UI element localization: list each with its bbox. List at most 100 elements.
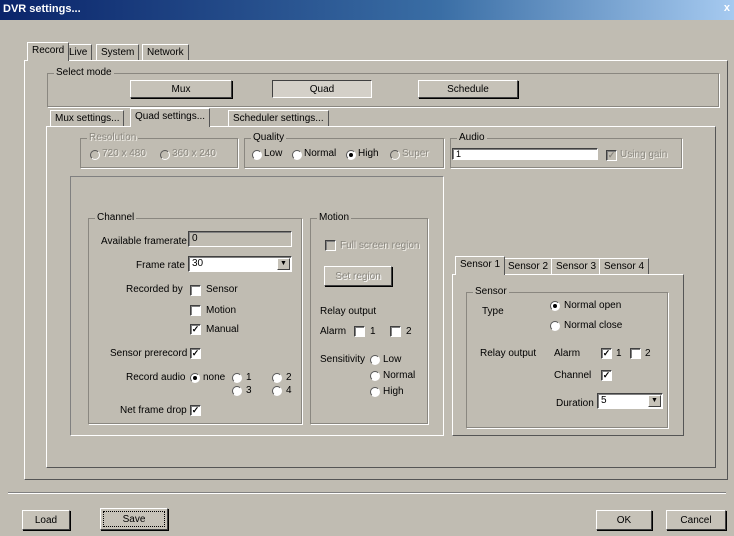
net-frame-drop-label: Net frame drop xyxy=(120,405,187,416)
cancel-button[interactable]: Cancel xyxy=(666,510,726,530)
motion-alarm-2-checkbox[interactable] xyxy=(390,326,401,337)
tab-sensor-4[interactable]: Sensor 4 xyxy=(599,258,650,275)
sensor-channel-label: Channel xyxy=(554,370,592,381)
motion-relay-output-label: Relay output xyxy=(320,306,377,317)
motion-alarm-2-label: 2 xyxy=(406,326,412,337)
tab-sensor-3[interactable]: Sensor 3 xyxy=(551,258,602,275)
normal-close-radio[interactable] xyxy=(550,321,560,331)
quality-low-label: Low xyxy=(264,148,283,159)
record-audio-none-label: none xyxy=(203,372,226,383)
quality-normal-radio[interactable] xyxy=(292,150,302,160)
tab-mux-settings[interactable]: Mux settings... xyxy=(50,110,125,127)
tab-record[interactable]: Record xyxy=(27,42,70,61)
duration-dropdown[interactable]: 5 ▼ xyxy=(597,393,663,409)
tab-scheduler-settings[interactable]: Scheduler settings... xyxy=(228,110,329,127)
load-button[interactable]: Load xyxy=(22,510,70,530)
quad-button[interactable]: Quad xyxy=(272,80,372,98)
window-title: DVR settings... xyxy=(3,3,81,15)
sensor-alarm-2-checkbox[interactable] xyxy=(630,348,641,359)
save-button[interactable]: Save xyxy=(100,508,168,530)
tab-quad-settings[interactable]: Quad settings... xyxy=(130,108,211,127)
quality-normal-label: Normal xyxy=(304,148,337,159)
frame-rate-value: 30 xyxy=(192,258,204,269)
channel-group: Channel xyxy=(88,212,302,424)
recorded-by-manual-checkbox[interactable]: ✓ xyxy=(190,324,201,335)
schedule-button[interactable]: Schedule xyxy=(418,80,518,98)
tab-sensor-1[interactable]: Sensor 1 xyxy=(455,256,506,275)
recorded-by-motion-label: Motion xyxy=(206,305,237,316)
sensor-alarm-label: Alarm xyxy=(554,348,581,359)
tab-sensor-2[interactable]: Sensor 2 xyxy=(503,258,554,275)
title-bar[interactable]: DVR settings... x xyxy=(0,0,734,20)
frame-rate-dropdown[interactable]: 30 ▼ xyxy=(188,256,292,272)
frame-rate-label: Frame rate xyxy=(136,260,185,271)
record-audio-2-radio[interactable] xyxy=(272,373,282,383)
sensitivity-high-label: High xyxy=(383,386,404,397)
channel-label: Channel xyxy=(95,212,137,223)
footer-divider xyxy=(8,492,726,494)
set-region-button[interactable]: Set region xyxy=(324,266,392,286)
available-framerate-field: 0 xyxy=(188,231,292,247)
full-screen-region-checkbox[interactable] xyxy=(325,240,336,251)
motion-alarm-1-checkbox[interactable] xyxy=(354,326,365,337)
sensor-label: Sensor xyxy=(473,286,509,297)
record-audio-4-radio[interactable] xyxy=(272,386,282,396)
chevron-down-icon[interactable]: ▼ xyxy=(648,395,661,407)
record-audio-3-label: 3 xyxy=(246,385,252,396)
sensor-alarm-2-label: 2 xyxy=(645,348,651,359)
chevron-down-icon[interactable]: ▼ xyxy=(277,258,290,270)
record-audio-none-radio[interactable] xyxy=(190,373,200,383)
audio-label: Audio xyxy=(457,132,487,143)
quality-super-radio[interactable] xyxy=(390,150,400,160)
audio-level-slider[interactable]: 1 xyxy=(452,148,598,160)
quality-label: Quality xyxy=(251,132,287,143)
using-gain-label: Using gain xyxy=(620,149,668,160)
sensitivity-label: Sensitivity xyxy=(320,354,366,365)
motion-alarm-label: Alarm xyxy=(320,326,347,337)
tab-network[interactable]: Network xyxy=(142,44,189,61)
normal-open-label: Normal open xyxy=(564,300,622,311)
quality-super-label: Super xyxy=(402,148,429,159)
sensor-alarm-1-label: 1 xyxy=(616,348,622,359)
using-gain-checkbox[interactable]: ✓ xyxy=(606,150,617,161)
record-audio-label: Record audio xyxy=(126,372,186,383)
normal-close-label: Normal close xyxy=(564,320,623,331)
sensitivity-normal-label: Normal xyxy=(383,370,416,381)
record-audio-4-label: 4 xyxy=(286,385,292,396)
resolution-360-radio[interactable] xyxy=(160,150,170,160)
recorded-by-label: Recorded by xyxy=(126,284,183,295)
sensitivity-low-radio[interactable] xyxy=(370,355,380,365)
quality-high-radio[interactable] xyxy=(346,150,356,160)
sensor-prerecord-label: Sensor prerecord xyxy=(110,348,188,359)
quality-low-radio[interactable] xyxy=(252,150,262,160)
sensitivity-normal-radio[interactable] xyxy=(370,371,380,381)
sensor-prerecord-checkbox[interactable]: ✓ xyxy=(190,348,201,359)
duration-label: Duration xyxy=(556,398,594,409)
sensor-relay-output-label: Relay output xyxy=(480,348,537,359)
recorded-by-sensor-checkbox[interactable] xyxy=(190,285,201,296)
recorded-by-sensor-label: Sensor xyxy=(206,284,238,295)
close-icon[interactable]: x xyxy=(724,2,730,14)
resolution-label: Resolution xyxy=(87,132,139,143)
record-audio-3-radio[interactable] xyxy=(232,386,242,396)
ok-button[interactable]: OK xyxy=(596,510,652,530)
sensor-type-label: Type xyxy=(482,306,504,317)
net-frame-drop-checkbox[interactable]: ✓ xyxy=(190,405,201,416)
mux-button[interactable]: Mux xyxy=(130,80,232,98)
record-audio-2-label: 2 xyxy=(286,372,292,383)
select-mode-label: Select mode xyxy=(54,67,114,78)
tab-system[interactable]: System xyxy=(96,44,140,61)
record-audio-1-label: 1 xyxy=(246,372,252,383)
resolution-720-radio[interactable] xyxy=(90,150,100,160)
sensor-alarm-1-checkbox[interactable]: ✓ xyxy=(601,348,612,359)
sensor-channel-checkbox[interactable]: ✓ xyxy=(601,370,612,381)
record-audio-1-radio[interactable] xyxy=(232,373,242,383)
motion-label: Motion xyxy=(317,212,352,223)
recorded-by-motion-checkbox[interactable] xyxy=(190,305,201,316)
quality-high-label: High xyxy=(358,148,379,159)
sensitivity-low-label: Low xyxy=(383,354,402,365)
available-framerate-label: Available framerate xyxy=(101,236,187,247)
normal-open-radio[interactable] xyxy=(550,301,560,311)
recorded-by-manual-label: Manual xyxy=(206,324,239,335)
sensitivity-high-radio[interactable] xyxy=(370,387,380,397)
